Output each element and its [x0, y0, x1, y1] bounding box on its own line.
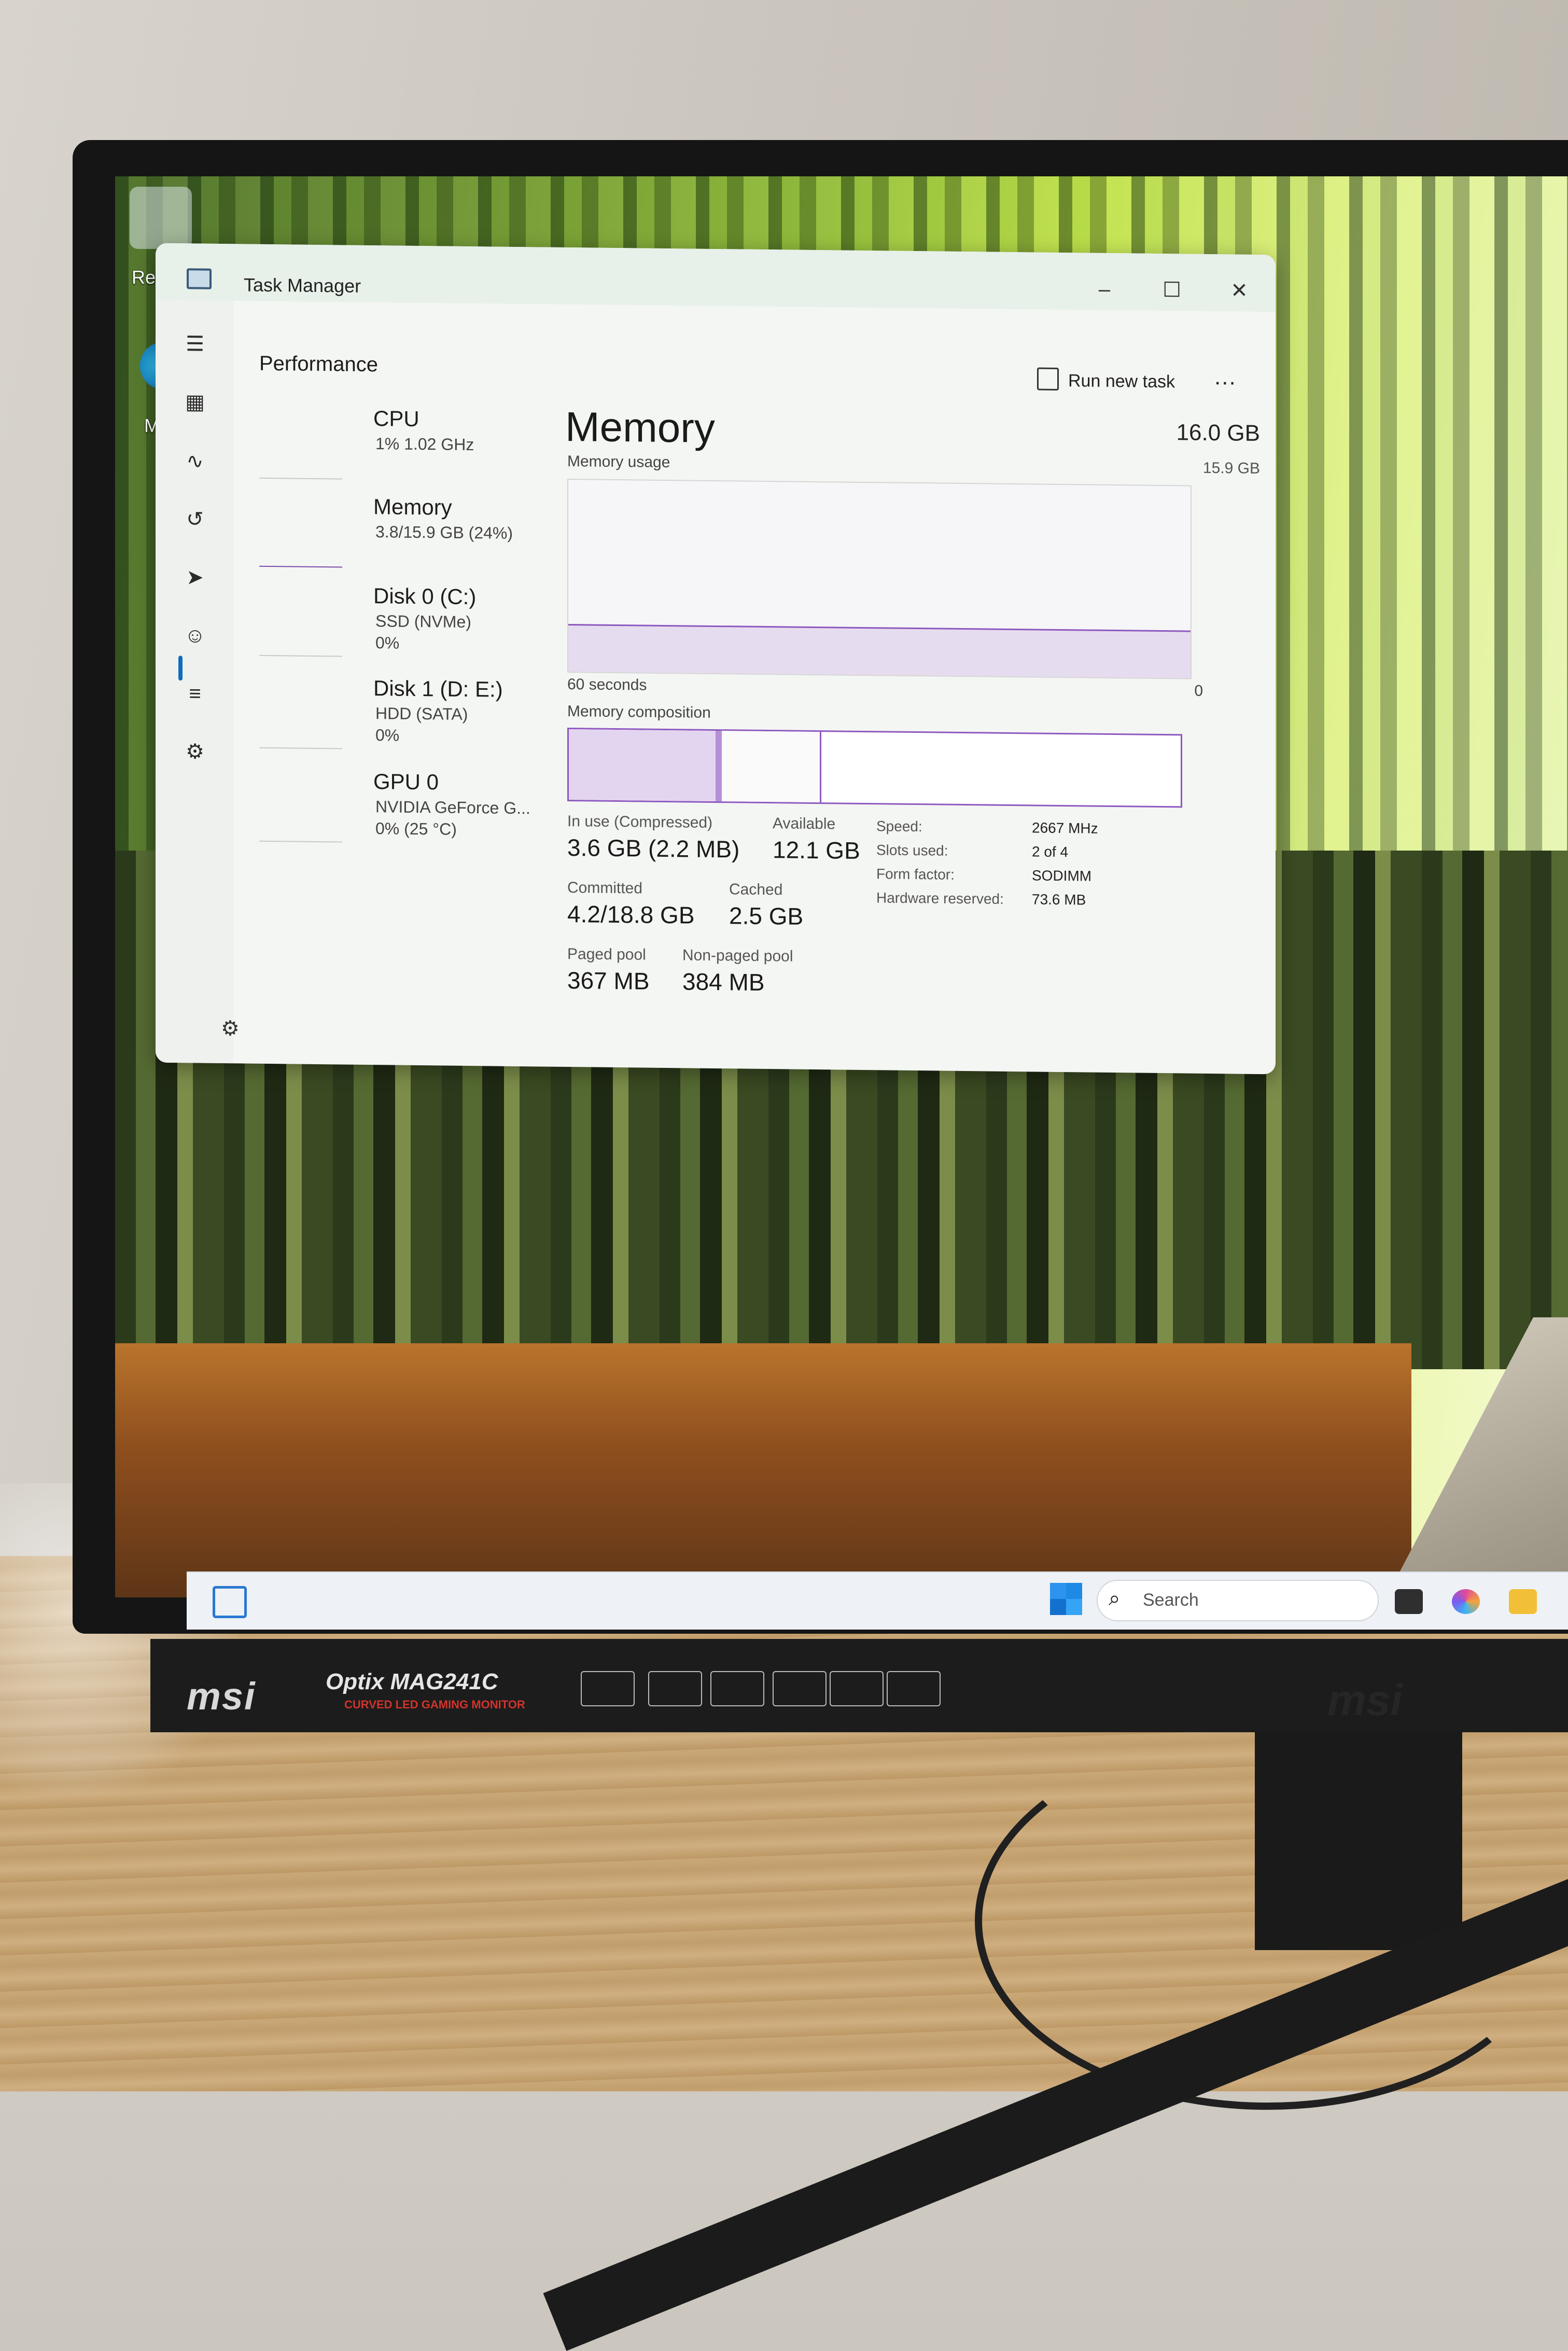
cpu-sparkline: [259, 441, 342, 480]
file-explorer-icon[interactable]: [1509, 1589, 1537, 1614]
stat-value-non-paged-pool: 384 MB: [682, 968, 765, 996]
task-manager-window: Task Manager – ☐ ✕ ☰ ▦ ∿ ↺ ➤ ☺ ≡ ⚙ ⚙ Per…: [156, 243, 1276, 1075]
task-view-icon[interactable]: [1395, 1589, 1423, 1614]
spec-label-speed: Speed:: [876, 818, 922, 835]
memory-composition-bar: [567, 728, 1182, 808]
msi-logo: msi: [187, 1675, 256, 1718]
resource-name: Disk 0 (C:): [373, 583, 477, 609]
feature-badge-curved: [581, 1671, 635, 1706]
window-title: Task Manager: [244, 274, 361, 297]
hamburger-menu-icon[interactable]: ☰: [183, 331, 207, 357]
feature-badge-1ms: [773, 1671, 827, 1706]
spec-value-speed: 2667 MHz: [1032, 819, 1098, 837]
resource-detail: NVIDIA GeForce G...: [375, 797, 530, 818]
detail-total: 16.0 GB: [1176, 420, 1260, 446]
stat-value-paged-pool: 367 MB: [567, 967, 650, 995]
spec-label-slots: Slots used:: [876, 842, 948, 859]
memory-sparkline: [259, 529, 342, 568]
memory-usage-graph: [567, 479, 1192, 679]
resource-detail: 3.8/15.9 GB (24%): [375, 522, 513, 542]
feature-badge-144hz: [710, 1671, 764, 1706]
spec-label-form-factor: Form factor:: [876, 866, 955, 883]
stat-label-available: Available: [773, 815, 836, 833]
app-history-icon[interactable]: ↺: [183, 507, 207, 532]
users-icon[interactable]: ☺: [183, 623, 207, 648]
usage-label: Memory usage: [567, 453, 670, 471]
copilot-icon[interactable]: [1452, 1589, 1480, 1614]
stat-value-committed: 4.2/18.8 GB: [567, 900, 695, 929]
model-tagline: CURVED LED GAMING MONITOR: [344, 1698, 525, 1711]
run-new-task-icon: [1037, 367, 1059, 391]
graph-zero: 0: [1194, 682, 1203, 700]
resource-name: Memory: [373, 494, 452, 520]
usage-max: 15.9 GB: [1202, 459, 1260, 477]
stat-label-cached: Cached: [729, 881, 783, 899]
resource-gpu-0[interactable]: GPU 0 NVIDIA GeForce G... 0% (25 °C): [233, 762, 555, 848]
disk1-sparkline: [259, 711, 342, 749]
stat-label-paged-pool: Paged pool: [567, 945, 646, 964]
stat-value-cached: 2.5 GB: [729, 902, 804, 930]
more-options-button[interactable]: ...: [1214, 364, 1237, 390]
msi-logo-embossed: msi: [1327, 1676, 1403, 1724]
page-title: Performance: [259, 352, 378, 377]
taskbar-search-box[interactable]: [1097, 1580, 1379, 1621]
wallpaper-dry-grass: [115, 1343, 1411, 1597]
resource-detail: HDD (SATA): [375, 704, 468, 724]
feature-badge-frameless: [830, 1671, 884, 1706]
resource-name: GPU 0: [373, 769, 439, 795]
memory-usage-fill: [568, 624, 1191, 678]
active-nav-indicator: [178, 656, 183, 681]
resource-name: Disk 1 (D: E:): [373, 676, 503, 702]
spec-label-hardware-reserved: Hardware reserved:: [876, 889, 1004, 907]
widgets-icon[interactable]: [213, 1586, 247, 1618]
spec-value-slots: 2 of 4: [1032, 843, 1069, 860]
startup-apps-icon[interactable]: ➤: [183, 565, 207, 590]
resource-detail: 1% 1.02 GHz: [375, 434, 474, 454]
resource-usage: 0%: [375, 726, 400, 745]
maximize-button[interactable]: ☐: [1156, 274, 1187, 306]
model-name: Optix MAG241C: [326, 1669, 498, 1694]
composition-label: Memory composition: [567, 703, 711, 721]
resource-cpu[interactable]: CPU 1% 1.02 GHz: [233, 399, 555, 485]
search-placeholder: Search: [1143, 1590, 1199, 1610]
composition-modified: [716, 731, 722, 802]
stat-label-non-paged-pool: Non-paged pool: [682, 947, 793, 965]
resource-usage: 0%: [375, 633, 400, 652]
feature-badge-app: [887, 1671, 941, 1706]
resource-memory[interactable]: Memory 3.8/15.9 GB (24%): [233, 488, 555, 574]
stat-value-in-use: 3.6 GB (2.2 MB): [567, 834, 740, 863]
stat-value-available: 12.1 GB: [773, 836, 860, 864]
close-button[interactable]: ✕: [1224, 275, 1255, 307]
gpu-sparkline: [259, 804, 342, 843]
feature-badge-1500r: [648, 1671, 702, 1706]
resource-disk-1[interactable]: Disk 1 (D: E:) HDD (SATA) 0%: [233, 669, 555, 755]
spec-value-form-factor: SODIMM: [1032, 867, 1092, 884]
task-manager-app-icon: [187, 268, 212, 289]
recycle-bin-icon[interactable]: [130, 187, 192, 249]
search-icon: ⌕: [1109, 1587, 1121, 1610]
page-header: [233, 301, 1276, 374]
start-button-icon[interactable]: [1050, 1583, 1082, 1615]
resource-usage: 0% (25 °C): [375, 819, 457, 839]
minimize-button[interactable]: –: [1089, 274, 1120, 305]
services-icon[interactable]: ⚙: [183, 739, 207, 764]
memory-detail-panel: Memory 16.0 GB Memory usage 15.9 GB 60 s…: [565, 403, 1260, 996]
stat-label-committed: Committed: [567, 879, 643, 897]
resource-disk-0[interactable]: Disk 0 (C:) SSD (NVMe) 0%: [233, 577, 555, 663]
resource-list: CPU 1% 1.02 GHz Memory 3.8/15.9 GB (24%)…: [233, 399, 555, 1066]
run-new-task-button[interactable]: Run new task: [1068, 371, 1175, 392]
stat-label-in-use: In use (Compressed): [567, 813, 713, 831]
stand-neck: [1255, 1732, 1462, 1950]
performance-icon[interactable]: ∿: [183, 449, 207, 474]
graph-time-span: 60 seconds: [567, 676, 647, 694]
resource-detail: SSD (NVMe): [375, 611, 471, 632]
resource-name: CPU: [373, 406, 419, 432]
composition-standby: [722, 731, 821, 803]
disk0-sparkline: [259, 618, 342, 657]
processes-icon[interactable]: ▦: [183, 389, 207, 415]
composition-in-use: [569, 729, 716, 801]
spec-value-hardware-reserved: 73.6 MB: [1032, 891, 1086, 908]
detail-title: Memory: [565, 403, 715, 451]
details-icon[interactable]: ≡: [183, 681, 207, 706]
